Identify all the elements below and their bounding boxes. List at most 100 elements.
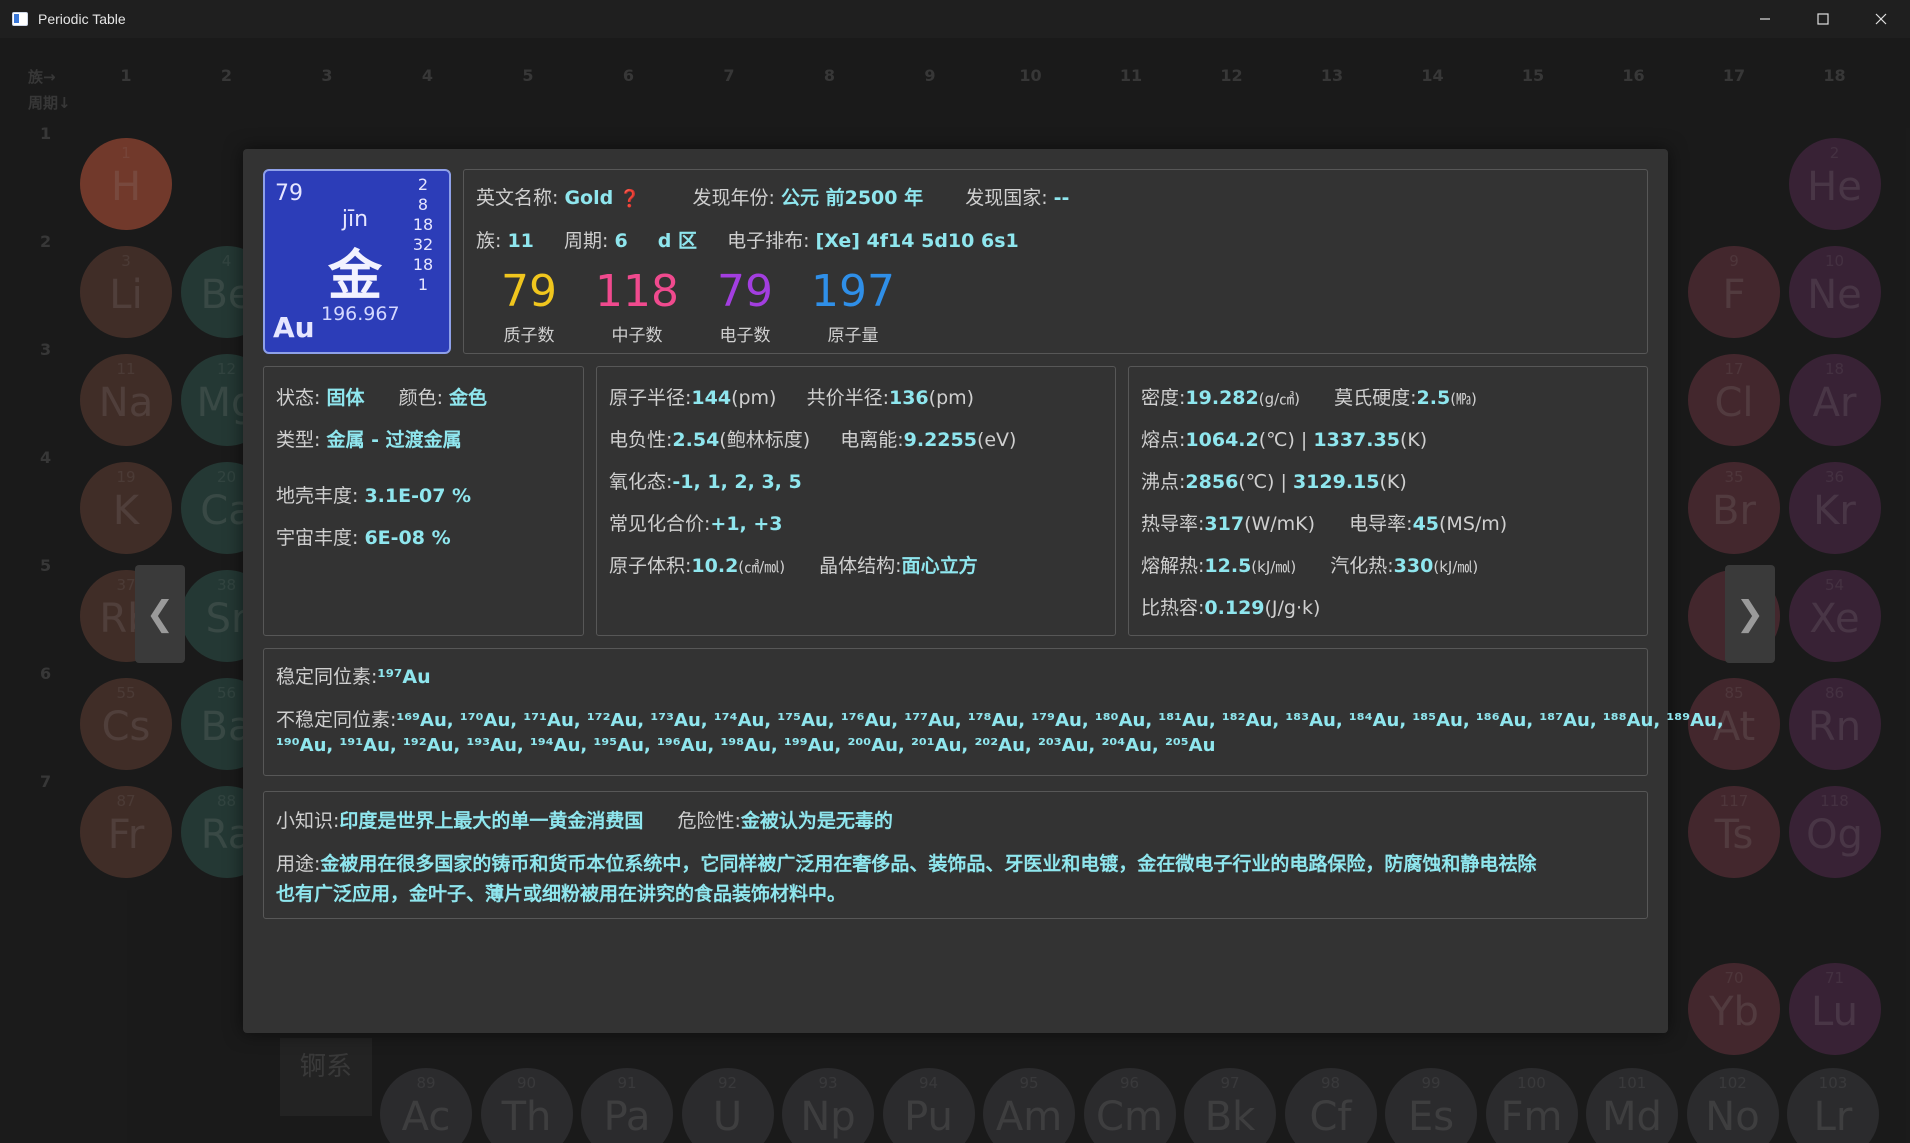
discovery-year-label: 发现年份: [692, 187, 775, 209]
melting-c-unit: (℃) | [1258, 429, 1314, 451]
title-bar: Periodic Table [0, 0, 1910, 38]
atomic-radius-value: 144 [691, 387, 732, 409]
hardness-unit: (㎫) [1450, 390, 1477, 408]
uses-label: 用途: [276, 853, 321, 875]
state-row: 状态: 固体 颜色: 金色 [276, 383, 487, 410]
crust-abundance-row: 地壳丰度: 3.1E-07 % [276, 481, 471, 508]
atomic-volume-value: 10.2 [691, 555, 739, 577]
electrical-conductivity-value: 45 [1412, 513, 1440, 535]
boiling-c-value: 2856 [1185, 471, 1239, 493]
fusion-heat-value: 12.5 [1204, 555, 1252, 577]
close-icon [1875, 13, 1887, 25]
fusion-heat-unit: (kJ/㏖) [1251, 558, 1297, 576]
state-value: 固体 [326, 387, 365, 409]
boiling-c-unit: (℃) | [1238, 471, 1293, 493]
density-label: 密度: [1141, 387, 1186, 409]
stable-isotopes-row: 稳定同位素:¹⁹⁷Au [276, 662, 431, 689]
thermal-conductivity-label: 热导率: [1141, 513, 1205, 535]
english-name-label: 英文名称: [476, 187, 559, 209]
crystal-label: 晶体结构: [819, 555, 902, 577]
boiling-row: 沸点:2856(℃) | 3129.15(K) [1141, 467, 1407, 494]
type-label: 类型: [276, 429, 321, 451]
maximize-icon [1817, 13, 1829, 25]
fact-label: 小知识: [276, 810, 340, 832]
vaporization-heat-unit: (kJ/㏖) [1433, 558, 1479, 576]
crust-abundance-value: 3.1E-07 % [364, 485, 472, 507]
universe-abundance-row: 宇宙丰度: 6E-08 % [276, 523, 451, 550]
thermal-panel: 密度:19.282(g/㎤) 莫氏硬度:2.5(㎫) 熔点:1064.2(℃) … [1128, 366, 1648, 636]
thermal-conductivity-unit: (W/mK) [1244, 513, 1316, 535]
prev-element-button[interactable]: ❮ [135, 565, 185, 663]
hardness-label: 莫氏硬度: [1334, 387, 1417, 409]
melting-k-unit: (K) [1399, 429, 1428, 451]
thermal-conductivity-value: 317 [1204, 513, 1245, 535]
window-controls [1736, 0, 1910, 38]
unstable-isotopes-label: 不稳定同位素: [276, 709, 397, 731]
maximize-button[interactable] [1794, 0, 1852, 38]
isotopes-panel: 稳定同位素:¹⁹⁷Au 不稳定同位素:¹⁶⁹Au, ¹⁷⁰Au, ¹⁷¹Au, … [263, 648, 1724, 776]
electrical-conductivity-unit: (MS/m) [1439, 513, 1508, 535]
specific-heat-unit: (J/g·k) [1264, 597, 1321, 619]
element-card: 79 jīn 金 Au 196.967 2 8 18 32 18 1 [263, 169, 451, 354]
melting-c-value: 1064.2 [1185, 429, 1259, 451]
atomic-volume-label: 原子体积: [609, 555, 692, 577]
help-icon[interactable]: ❓ [619, 189, 640, 209]
electron-config: [Xe] 4f14 5d10 6s1 [815, 230, 1019, 252]
fact-row: 小知识:印度是世界上最大的单一黄金消费国 危险性:金被认为是无毒的 [276, 806, 893, 833]
stable-isotopes-label: 稳定同位素: [276, 666, 378, 688]
shell-count: 8 [417, 195, 429, 214]
universe-abundance-value: 6E-08 % [364, 527, 451, 549]
radius-row: 原子半径:144(pm) 共价半径:136(pm) [609, 383, 974, 410]
shell-count: 18 [412, 215, 434, 234]
specific-heat-value: 0.129 [1204, 597, 1265, 619]
group-value: 11 [507, 230, 534, 252]
ionization-energy-unit: (eV) [976, 429, 1017, 451]
crystal-value: 面心立方 [901, 555, 978, 577]
trivia-panel: 小知识:印度是世界上最大的单一黄金消费国 危险性:金被认为是无毒的 用途:金被用… [263, 791, 1648, 919]
uses-row2: 也有广泛应用，金叶子、薄片或细粉被用在讲究的食品装饰材料中。 [276, 879, 846, 906]
block-value: d 区 [657, 230, 697, 252]
oxidation-row: 氧化态:-1, 1, 2, 3, 5 [609, 467, 802, 494]
position-row: 族: 11 周期: 6 d 区 电子排布: [Xe] 4f14 5d10 6s1 [476, 226, 1019, 253]
period-label: 周期: [564, 230, 609, 252]
shell-count: 18 [412, 255, 434, 274]
boiling-k-value: 3129.15 [1292, 471, 1380, 493]
color-label: 颜色: [398, 387, 443, 409]
atomic-weight-value: 197 [811, 266, 895, 317]
volume-row: 原子体积:10.2(㎤/㏖) 晶体结构:面心立方 [609, 551, 978, 578]
heat-row: 熔解热:12.5(kJ/㏖) 汽化热:330(kJ/㏖) [1141, 551, 1478, 578]
electronegativity-value: 2.54 [672, 429, 720, 451]
physical-panel: 状态: 固体 颜色: 金色 类型: 金属 - 过渡金属 地壳丰度: 3.1E-0… [263, 366, 584, 636]
atomic-weight-label: 原子量 [827, 326, 879, 346]
atomic-weight: 197 原子量 [798, 266, 908, 347]
proton-count: 79 质子数 [474, 266, 584, 347]
ionization-energy-label: 电离能: [840, 429, 904, 451]
oxidation-label: 氧化态: [609, 471, 673, 493]
fusion-heat-label: 熔解热: [1141, 555, 1205, 577]
unstable-isotopes-line2: ¹⁹⁰Au, ¹⁹¹Au, ¹⁹²Au, ¹⁹³Au, ¹⁹⁴Au, ¹⁹⁵Au… [276, 735, 1216, 756]
element-detail-dialog: 79 jīn 金 Au 196.967 2 8 18 32 18 1 英文名称:… [243, 149, 1724, 1033]
proton-count-value: 79 [501, 266, 557, 317]
electron-shells: 2 8 18 32 18 1 [407, 175, 439, 295]
app-icon [12, 12, 28, 26]
atomic-mass: 196.967 [321, 303, 400, 325]
shell-count: 1 [417, 275, 429, 294]
atomic-volume-unit: (㎤/㏖) [738, 558, 786, 576]
type-row: 类型: 金属 - 过渡金属 [276, 425, 462, 452]
window-title: Periodic Table [38, 11, 126, 27]
specific-heat-row: 比热容:0.129(J/g·k) [1141, 593, 1320, 620]
hardness-value: 2.5 [1416, 387, 1451, 409]
close-button[interactable] [1852, 0, 1910, 38]
group-label: 族: [476, 230, 502, 252]
electron-count-value: 79 [717, 266, 773, 317]
hazard-label: 危险性: [677, 810, 741, 832]
valence-value: +1, +3 [710, 513, 783, 535]
electronegativity-unit: (鲍林标度) [719, 429, 811, 451]
minimize-button[interactable] [1736, 0, 1794, 38]
next-element-button[interactable]: ❯ [1725, 565, 1775, 663]
vaporization-heat-value: 330 [1393, 555, 1434, 577]
electronegativity-row: 电负性:2.54(鲍林标度) 电离能:9.2255(eV) [609, 425, 1016, 452]
state-label: 状态: [276, 387, 321, 409]
atomic-radius-unit: (pm) [731, 387, 777, 409]
melting-row: 熔点:1064.2(℃) | 1337.35(K) [1141, 425, 1427, 452]
